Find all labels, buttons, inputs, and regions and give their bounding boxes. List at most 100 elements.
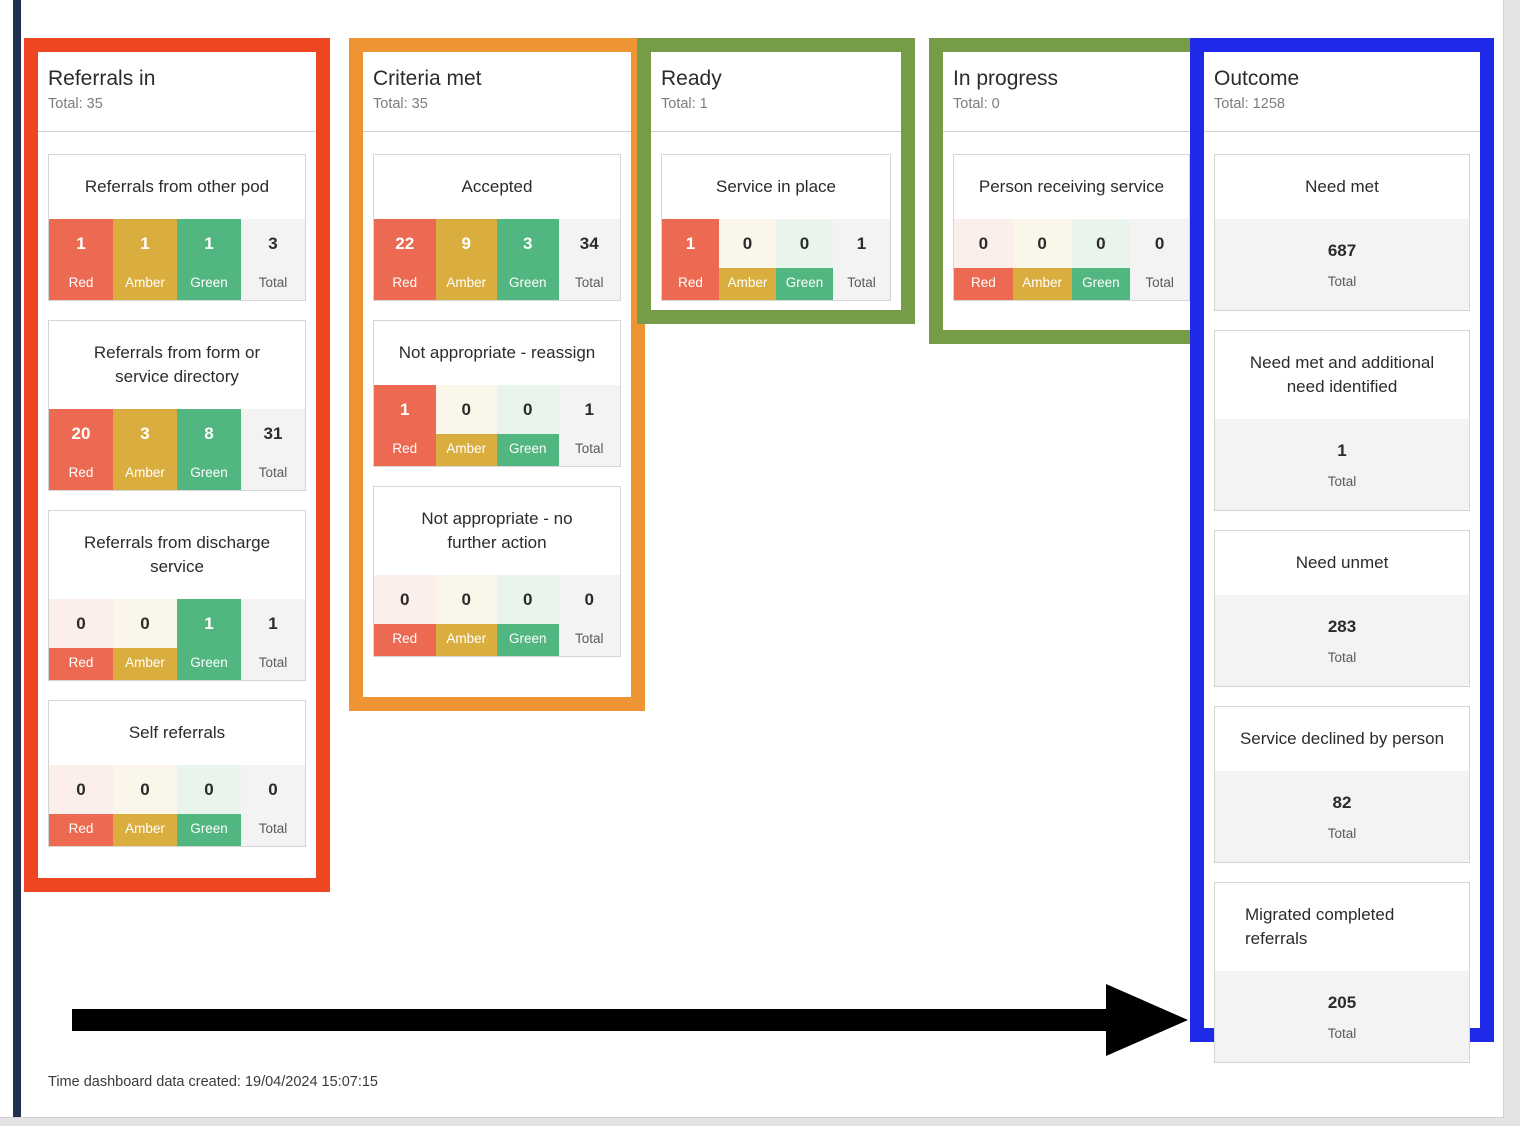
column-inner: Outcome Total: 1258 Need met 687 Total Need m… xyxy=(1204,52,1480,1063)
rag-cell-total: 1 Total xyxy=(558,385,620,466)
rag-label-green: Green xyxy=(776,268,833,300)
rag-label-red: Red xyxy=(49,648,113,680)
rag-label-red: Red xyxy=(374,624,436,656)
column-inner: Ready Total: 1 Service in place 1 Red 0 Amber 0… xyxy=(651,52,901,310)
rag-cell-total: 31 Total xyxy=(241,409,305,490)
rag-strip: 1 Red 1 Amber 1 Green 3 Total xyxy=(49,219,305,300)
arrow-head-icon xyxy=(1106,984,1188,1056)
stage-card[interactable]: Accepted 22 Red 9 Amber 3 Green 34 Total xyxy=(373,154,621,301)
stage-card[interactable]: Need met and additional need identified 1… xyxy=(1214,330,1470,511)
stage-card-title: Need met and additional need identified xyxy=(1249,353,1435,396)
rag-label-total: Total xyxy=(833,268,890,300)
rag-cell-red: 0 Red xyxy=(954,219,1013,300)
rag-cell-total: 3 Total xyxy=(241,219,305,300)
stage-card-title: Service in place xyxy=(715,177,836,196)
rag-cell-green: 1 Green xyxy=(177,219,241,300)
stage-card-title: Need met xyxy=(1305,177,1379,196)
total-label: Total xyxy=(1215,267,1469,310)
stage-card[interactable]: Migrated completed referrals 205 Total xyxy=(1214,882,1470,1063)
stage-card[interactable]: Service declined by person 82 Total xyxy=(1214,706,1470,863)
rag-cell-green: 3 Green xyxy=(497,219,559,300)
rag-label-green: Green xyxy=(497,434,559,466)
column-title: Referrals in xyxy=(48,67,156,90)
dashboard-page: Referrals in Total: 35 Referrals from othe… xyxy=(0,0,1504,1118)
total-value: 1 xyxy=(1215,419,1469,467)
rag-label-amber: Amber xyxy=(1012,268,1072,300)
card-list-outcome: Need met 687 Total Need met and additional … xyxy=(1204,132,1480,1063)
rag-value-red: 1 xyxy=(662,219,719,268)
rag-strip: 1 Red 0 Amber 0 Green 1 Total xyxy=(374,385,620,466)
rag-value-total: 1 xyxy=(833,219,890,268)
stage-card[interactable]: Referrals from discharge service 0 Red 0 Amb… xyxy=(48,510,306,681)
rag-value-total: 1 xyxy=(241,599,305,648)
rag-cell-red: 1 Red xyxy=(374,385,436,466)
rag-cell-total: 1 Total xyxy=(241,599,305,680)
rag-label-total: Total xyxy=(241,268,305,300)
rag-value-amber: 0 xyxy=(435,385,497,434)
rag-cell-amber: 0 Amber xyxy=(113,599,177,680)
rag-label-red: Red xyxy=(49,458,113,490)
total-value: 283 xyxy=(1215,595,1469,643)
column-title: In progress xyxy=(953,67,1059,90)
rag-cell-green: 1 Green xyxy=(177,599,241,680)
rag-value-red: 22 xyxy=(374,219,436,268)
stage-card-title: Service declined by person xyxy=(1239,729,1445,748)
column-total: Total: 1 xyxy=(661,96,708,112)
stage-card[interactable]: Self referrals 0 Red 0 Amber 0 Green 0 Total xyxy=(48,700,306,847)
rag-label-total: Total xyxy=(1130,268,1189,300)
rag-strip: 0 Red 0 Amber 0 Green 0 Total xyxy=(374,575,620,656)
rag-cell-total: 1 Total xyxy=(833,219,890,300)
rag-value-red: 0 xyxy=(374,575,436,624)
stage-card[interactable]: Person receiving service 0 Red 0 Amber 0 Green… xyxy=(953,154,1190,301)
stage-card[interactable]: Service in place 1 Red 0 Amber 0 Green 1 Total xyxy=(661,154,891,301)
card-list-criteria_met: Accepted 22 Red 9 Amber 3 Green 34 Total Not appr… xyxy=(363,132,631,657)
rag-value-green: 0 xyxy=(177,765,241,814)
rag-label-green: Green xyxy=(177,648,241,680)
column-inner: Criteria met Total: 35 Accepted 22 Red 9 Amber… xyxy=(363,52,631,697)
stage-card[interactable]: Referrals from form or service directory… xyxy=(48,320,306,491)
rag-cell-total: 34 Total xyxy=(558,219,620,300)
column-header-referrals_in: Referrals in Total: 35 xyxy=(38,52,316,132)
column-title: Ready xyxy=(661,67,722,90)
total-only-strip: 205 Total xyxy=(1215,971,1469,1062)
stage-card-title: Not appropriate - no further action xyxy=(421,509,573,552)
stage-card[interactable]: Referrals from other pod 1 Red 1 Amber 1 Green… xyxy=(48,154,306,301)
column-total: Total: 35 xyxy=(48,96,103,112)
column-header-ready: Ready Total: 1 xyxy=(651,52,901,132)
rag-value-amber: 9 xyxy=(435,219,497,268)
rag-cell-total: 0 Total xyxy=(558,575,620,656)
column-total: Total: 1258 xyxy=(1214,96,1285,112)
rag-label-total: Total xyxy=(558,268,620,300)
rag-label-amber: Amber xyxy=(435,624,497,656)
rag-value-red: 0 xyxy=(49,599,113,648)
rag-cell-green: 0 Green xyxy=(177,765,241,846)
pathway-flow-arrow xyxy=(48,984,1188,1066)
total-label: Total xyxy=(1215,467,1469,510)
stage-card-title: Referrals from discharge service xyxy=(83,533,271,576)
stage-card[interactable]: Need met 687 Total xyxy=(1214,154,1470,311)
rag-cell-red: 0 Red xyxy=(49,599,113,680)
column-header-outcome: Outcome Total: 1258 xyxy=(1204,52,1480,132)
rag-label-green: Green xyxy=(497,624,559,656)
rag-label-amber: Amber xyxy=(435,268,497,300)
rag-value-green: 0 xyxy=(497,575,559,624)
rag-strip: 0 Red 0 Amber 0 Green 0 Total xyxy=(954,219,1189,300)
left-accent-rail xyxy=(13,0,21,1117)
total-only-strip: 1 Total xyxy=(1215,419,1469,510)
stage-card-title: Referrals from other pod xyxy=(84,177,270,196)
column-total: Total: 0 xyxy=(953,96,1000,112)
total-label: Total xyxy=(1215,819,1469,862)
card-list-ready: Service in place 1 Red 0 Amber 0 Green 1 Total xyxy=(651,132,901,301)
total-only-strip: 82 Total xyxy=(1215,771,1469,862)
stage-card[interactable]: Not appropriate - no further action 0 Red 0… xyxy=(373,486,621,657)
rag-value-total: 34 xyxy=(558,219,620,268)
stage-card[interactable]: Not appropriate - reassign 1 Red 0 Amber 0 Gre… xyxy=(373,320,621,467)
rag-label-amber: Amber xyxy=(435,434,497,466)
rag-strip: 1 Red 0 Amber 0 Green 1 Total xyxy=(662,219,890,300)
rag-value-red: 0 xyxy=(954,219,1013,268)
rag-value-amber: 3 xyxy=(113,409,177,458)
rag-label-total: Total xyxy=(558,434,620,466)
rag-value-red: 0 xyxy=(49,765,113,814)
rag-value-amber: 0 xyxy=(113,765,177,814)
stage-card[interactable]: Need unmet 283 Total xyxy=(1214,530,1470,687)
